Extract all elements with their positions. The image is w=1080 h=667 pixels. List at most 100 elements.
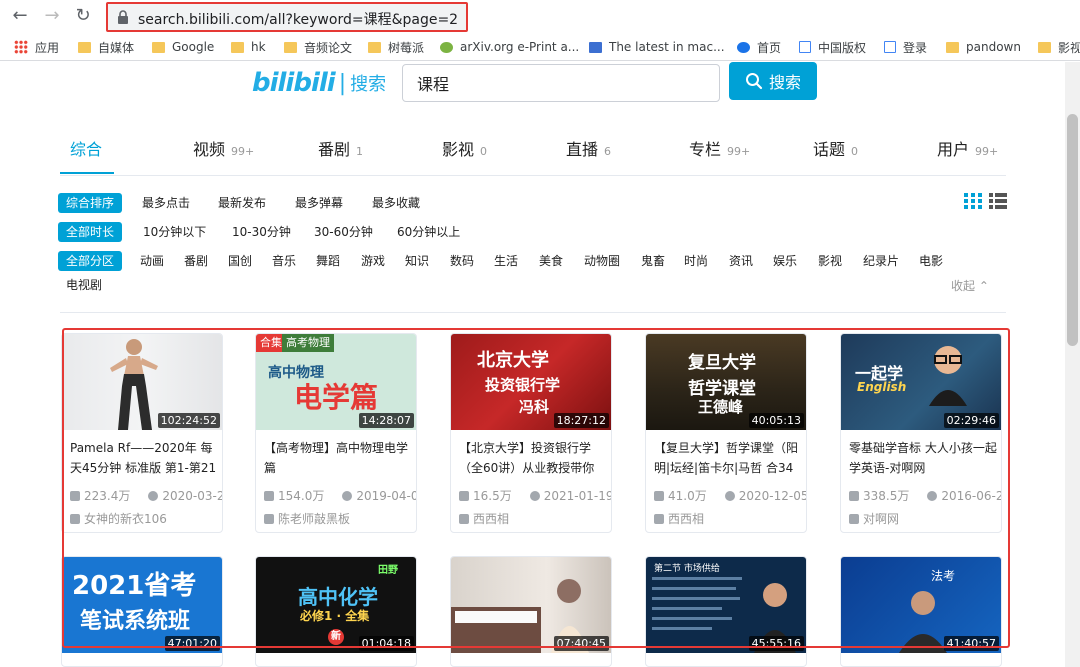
bookmark-item[interactable]: pandown: [946, 38, 1021, 56]
video-thumbnail[interactable]: 合集 高考物理 高中物理 电学篇 14:28:07: [256, 334, 416, 430]
filter-order-fav[interactable]: 最多收藏: [372, 193, 420, 213]
filter-zone[interactable]: 纪录片: [863, 251, 899, 271]
video-author[interactable]: 女神的新衣106: [70, 510, 167, 527]
video-thumbnail[interactable]: 法考 41:40:57: [841, 557, 1001, 653]
video-card[interactable]: 2021省考 笔试系统班 47:01:20: [61, 556, 223, 667]
video-card[interactable]: 田野 高中化学 必修1 · 全集 新 01:04:18: [255, 556, 417, 667]
video-card[interactable]: 102:24:52 Pamela Rf——2020年 每天45分钟 标准版 第1…: [61, 333, 223, 533]
filter-duration-lt10[interactable]: 10分钟以下: [143, 222, 206, 242]
bookmark-apps[interactable]: 应用: [14, 38, 59, 56]
tab-movie[interactable]: 影视 0: [442, 136, 487, 160]
tab-video[interactable]: 视频 99+: [193, 136, 254, 160]
video-card[interactable]: 北京大学 投资银行学 冯科 18:27:12 【北京大学】投资银行学（全60讲）…: [450, 333, 612, 533]
list-view-icon[interactable]: [989, 193, 1007, 209]
divider: [60, 175, 1006, 176]
filter-zone[interactable]: 动物圈: [584, 251, 620, 271]
video-thumbnail[interactable]: 复旦大学 哲学课堂 王德峰 40:05:13: [646, 334, 806, 430]
filter-zone[interactable]: 国创: [228, 251, 252, 271]
scrollbar-thumb[interactable]: [1067, 114, 1078, 346]
search-button[interactable]: 搜索: [729, 62, 817, 100]
page-scrollbar[interactable]: [1065, 62, 1080, 667]
video-card[interactable]: 法考 41:40:57: [840, 556, 1002, 667]
filter-zone[interactable]: 鬼畜: [641, 251, 665, 271]
video-card[interactable]: 第二节 市场供给 45:55:16: [645, 556, 807, 667]
video-title[interactable]: Pamela Rf——2020年 每天45分钟 标准版 第1-第21周: [70, 438, 218, 478]
bookmark-item[interactable]: 首页: [737, 38, 781, 56]
tab-article[interactable]: 专栏 99+: [689, 136, 750, 160]
filter-zone[interactable]: 知识: [405, 251, 429, 271]
video-title[interactable]: 零基础学音标 大人小孩一起学英语-对啊网: [849, 438, 997, 478]
bookmark-item[interactable]: 影视: [1038, 38, 1080, 56]
video-author[interactable]: 陈老师敲黑板: [264, 510, 350, 527]
video-thumbnail[interactable]: 田野 高中化学 必修1 · 全集 新 01:04:18: [256, 557, 416, 653]
thumb-tag: 田野: [378, 565, 398, 576]
bilibili-logo[interactable]: bilibili | 搜索: [252, 66, 386, 100]
thumb-text: 复旦大学: [688, 353, 756, 373]
filter-zone[interactable]: 电影: [919, 251, 943, 271]
video-card[interactable]: 一起学 English 02:29:46 零基础学音标 大人小孩一起学英语-对啊…: [840, 333, 1002, 533]
filter-zone[interactable]: 美食: [539, 251, 563, 271]
filter-zone[interactable]: 游戏: [361, 251, 385, 271]
address-bar[interactable]: search.bilibili.com/all?keyword=课程&page=…: [106, 2, 468, 32]
bookmark-item[interactable]: 自媒体: [78, 38, 134, 56]
video-thumbnail[interactable]: 一起学 English 02:29:46: [841, 334, 1001, 430]
back-arrow-icon[interactable]: ←: [8, 4, 32, 28]
bookmark-item[interactable]: The latest in mac...: [589, 38, 725, 56]
video-thumbnail[interactable]: 102:24:52: [62, 334, 222, 430]
bookmark-item[interactable]: 树莓派: [368, 38, 424, 56]
filter-duration-10-30[interactable]: 10-30分钟: [232, 222, 291, 242]
video-author[interactable]: 对啊网: [849, 510, 899, 527]
filter-zone[interactable]: 娱乐: [773, 251, 797, 271]
bookmark-item[interactable]: 音频论文: [284, 38, 352, 56]
tab-all[interactable]: 综合: [70, 136, 102, 160]
video-card[interactable]: 复旦大学 哲学课堂 王德峰 40:05:13 【复旦大学】哲学课堂（阳明|坛经|…: [645, 333, 807, 533]
search-input[interactable]: [402, 64, 720, 102]
filter-zone-all[interactable]: 全部分区: [58, 251, 123, 271]
filter-order-click[interactable]: 最多点击: [142, 193, 190, 213]
filter-zone[interactable]: 生活: [494, 251, 518, 271]
bookmark-item[interactable]: Google: [152, 38, 214, 56]
bookmark-item[interactable]: arXiv.org e-Print a...: [440, 38, 579, 56]
filter-zone[interactable]: 数码: [450, 251, 474, 271]
bookmark-item[interactable]: 中国版权: [799, 38, 866, 56]
lock-icon: [118, 10, 128, 24]
video-thumbnail[interactable]: 北京大学 投资银行学 冯科 18:27:12: [451, 334, 611, 430]
category-badge: 高考物理: [282, 334, 334, 352]
filter-zone[interactable]: 番剧: [184, 251, 208, 271]
video-card[interactable]: 合集 高考物理 高中物理 电学篇 14:28:07 【高考物理】高中物理电学篇 …: [255, 333, 417, 533]
filter-zone[interactable]: 电视剧: [66, 275, 102, 295]
filter-order-new[interactable]: 最新发布: [218, 193, 266, 213]
filter-zone[interactable]: 资讯: [729, 251, 753, 271]
filter-zone[interactable]: 时尚: [684, 251, 708, 271]
tab-user[interactable]: 用户 99+: [937, 136, 998, 160]
video-title[interactable]: 【北京大学】投资银行学（全60讲）从业教授带你: [459, 438, 607, 478]
filter-zone[interactable]: 音乐: [272, 251, 296, 271]
tab-live[interactable]: 直播 6: [566, 136, 611, 160]
video-author[interactable]: 西西相: [459, 510, 509, 527]
tab-topic[interactable]: 话题 0: [813, 136, 858, 160]
filter-duration-all[interactable]: 全部时长: [58, 222, 123, 242]
filter-duration-30-60[interactable]: 30-60分钟: [314, 222, 373, 242]
filter-duration-gt60[interactable]: 60分钟以上: [397, 222, 460, 242]
filter-order-default[interactable]: 综合排序: [58, 193, 123, 213]
video-thumbnail[interactable]: 07:40:45: [451, 557, 611, 653]
grid-view-icon[interactable]: [964, 193, 982, 209]
filter-zone[interactable]: 影视: [818, 251, 842, 271]
duration-filter: 全部时长 10分钟以下 10-30分钟 30-60分钟 60分钟以上: [58, 222, 958, 242]
teacher-image: [929, 346, 967, 406]
video-thumbnail[interactable]: 2021省考 笔试系统班 47:01:20: [62, 557, 222, 653]
filter-zone[interactable]: 舞蹈: [316, 251, 340, 271]
tab-bangumi[interactable]: 番剧 1: [318, 136, 363, 160]
video-thumbnail[interactable]: 第二节 市场供给 45:55:16: [646, 557, 806, 653]
filter-zone[interactable]: 动画: [140, 251, 164, 271]
bookmark-item[interactable]: 登录: [884, 38, 927, 56]
collapse-filters-button[interactable]: 收起 ⌃: [951, 277, 989, 294]
bookmark-item[interactable]: hk: [231, 38, 266, 56]
filter-order-danmaku[interactable]: 最多弹幕: [295, 193, 343, 213]
reload-icon[interactable]: ↻: [71, 4, 95, 28]
video-title[interactable]: 【复旦大学】哲学课堂（阳明|坛经|笛卡尔|马哲 合34: [654, 438, 802, 478]
forward-arrow-icon[interactable]: →: [40, 4, 64, 28]
video-card[interactable]: 07:40:45: [450, 556, 612, 667]
video-title[interactable]: 【高考物理】高中物理电学篇: [264, 438, 412, 478]
video-author[interactable]: 西西相: [654, 510, 704, 527]
